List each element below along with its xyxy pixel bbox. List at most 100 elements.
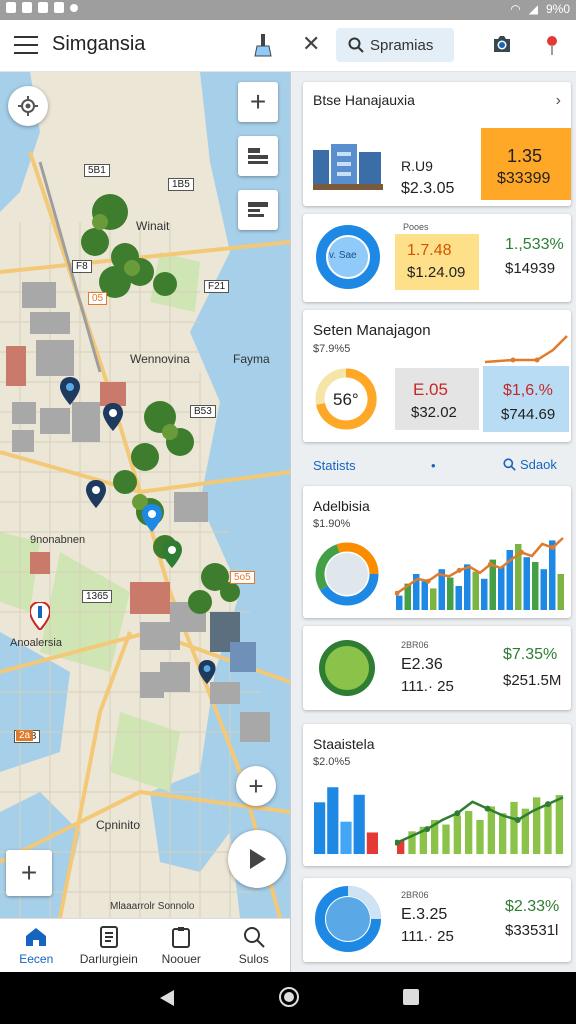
home-icon <box>26 928 47 946</box>
zoom-out-button[interactable]: + <box>6 850 52 896</box>
bar-line-chart <box>395 537 564 610</box>
map-view[interactable]: Winait Wennovina Fayma 9nonabnen Anoaler… <box>0 72 290 918</box>
dot-icon <box>70 3 78 12</box>
layers-icon <box>248 148 268 164</box>
chart-bar <box>476 820 484 854</box>
metrics-card[interactable]: v. Sae Pooes 1.7.48 $1.24.09 1.,533% $14… <box>303 214 571 302</box>
nav-item-documents[interactable]: Darlurgiein <box>73 919 146 972</box>
nav-label: Noouer <box>161 952 201 966</box>
plus-icon: + <box>20 857 38 888</box>
chart-point <box>487 561 493 567</box>
card-subtitle: $2.0%5 <box>313 756 351 768</box>
map-pin-icon[interactable] <box>30 602 50 630</box>
donut-label: v. Sae <box>329 250 357 261</box>
plus-icon: + <box>249 86 267 117</box>
card-subtitle: $7.9%5 <box>313 343 351 355</box>
mid-value: E.05 <box>413 380 448 399</box>
battery-level: 9%0 <box>545 2 570 16</box>
chevron-right-icon[interactable]: › <box>556 92 561 110</box>
brush-icon[interactable] <box>252 32 274 58</box>
close-icon[interactable]: ✕ <box>302 31 320 57</box>
stat-sub: $33531l <box>505 922 559 939</box>
chart-bar <box>396 595 403 610</box>
mid-sub: $32.02 <box>411 404 457 421</box>
map-pin-icon[interactable] <box>162 540 182 568</box>
chart-bar <box>481 578 488 610</box>
home-button-icon[interactable] <box>278 986 300 1008</box>
chart-bar <box>455 586 462 610</box>
stat-sub: $14939 <box>505 260 556 277</box>
chart-point <box>519 549 524 555</box>
summary-card[interactable]: Btse Hanajauxia › R.U9 $2.3.05 1.35 $333… <box>303 82 571 206</box>
card-title: Staaistela <box>313 736 375 752</box>
nav-item-home[interactable]: Eecen <box>0 919 73 972</box>
chart-point <box>425 578 431 584</box>
stat-value: E.3.25 <box>401 906 448 923</box>
right-value: $1,6.% <box>503 382 553 399</box>
chart-bar <box>442 824 450 854</box>
stat-label: R.U9 <box>401 158 433 174</box>
play-icon <box>250 849 266 869</box>
locate-button[interactable] <box>8 86 48 126</box>
chart-bar <box>498 566 505 610</box>
chart-bar <box>453 815 461 854</box>
chart-bar <box>464 564 471 610</box>
stat-sub: 111.· 25 <box>401 678 454 695</box>
map-pin-icon[interactable] <box>198 660 216 684</box>
map-label: Fayma <box>233 352 270 366</box>
management-card[interactable]: Seten Manajagon $7.9%5 56° E.05 $32.02 $… <box>303 310 571 442</box>
recents-icon[interactable] <box>402 988 420 1006</box>
chart-bar <box>499 813 507 854</box>
map-pin-icon[interactable] <box>86 480 106 508</box>
route-tag: F21 <box>204 280 230 293</box>
chart-bar <box>544 804 552 854</box>
stat-value: $2.33% <box>505 898 560 915</box>
zoom-in-button[interactable]: + <box>238 82 278 122</box>
layers-button[interactable] <box>238 136 278 176</box>
route-tag: 1B5 <box>168 178 194 191</box>
stat-value: $2.3.05 <box>401 180 455 197</box>
map-pin-icon[interactable] <box>60 377 80 405</box>
camera-icon[interactable] <box>490 32 514 56</box>
location-pin-icon[interactable] <box>542 32 562 58</box>
map-pin-icon[interactable] <box>142 504 162 532</box>
metrics-card[interactable]: 2BR06 E.3.25 111.· 25 $2.33% $33531l <box>303 878 571 962</box>
yellow-sub: $1.24.09 <box>407 264 466 281</box>
stat-value: E2.36 <box>401 656 443 673</box>
nav-item-search[interactable]: Sulos <box>218 919 291 972</box>
list-icon <box>248 202 268 217</box>
stat-value: $7.35% <box>503 646 558 663</box>
app-bar: Simgansia ✕ Spramias <box>0 20 576 72</box>
play-button[interactable] <box>228 830 286 888</box>
add-marker-button[interactable]: + <box>236 766 276 806</box>
metrics-card[interactable]: 2BR06 E2.36 111.· 25 $7.35% $251.5M <box>303 626 571 710</box>
notification-icon <box>22 2 32 13</box>
notification-icon <box>6 2 16 13</box>
map-pin-icon[interactable] <box>103 403 123 431</box>
map-label: 9nonabnen <box>30 534 86 546</box>
highlight-value: 1.35 <box>507 146 543 166</box>
chart-bar <box>549 540 556 610</box>
back-icon[interactable] <box>158 988 176 1008</box>
map-label: Anoalersia <box>10 637 62 649</box>
search-link[interactable]: Sdaok <box>503 457 557 472</box>
chart-point <box>550 545 556 551</box>
signal-icon: ◢ <box>528 2 538 16</box>
chart-point <box>454 810 461 817</box>
yellow-value: 1.7.48 <box>407 242 452 259</box>
bar-line-chart <box>395 795 564 854</box>
small-label: 2BR06 <box>401 890 429 900</box>
nav-item-notes[interactable]: Noouer <box>145 919 218 972</box>
search-box[interactable]: Spramias <box>336 28 454 62</box>
wifi-icon: ◠ <box>510 2 521 16</box>
dashboard-panel[interactable]: Btse Hanajauxia › R.U9 $2.3.05 1.35 $333… <box>290 72 576 972</box>
chart-card[interactable]: Staaistela $2.0%5 <box>303 724 571 866</box>
menu-icon[interactable] <box>14 36 38 54</box>
stats-link[interactable]: Statists <box>313 458 356 473</box>
chart-bar <box>532 562 539 610</box>
search-placeholder: Spramias <box>370 36 434 54</box>
list-button[interactable] <box>238 190 278 230</box>
card-title: Seten Manajagon <box>313 322 431 339</box>
chart-card[interactable]: Adelbisia $1.90% <box>303 486 571 618</box>
chart-bar <box>447 577 454 610</box>
